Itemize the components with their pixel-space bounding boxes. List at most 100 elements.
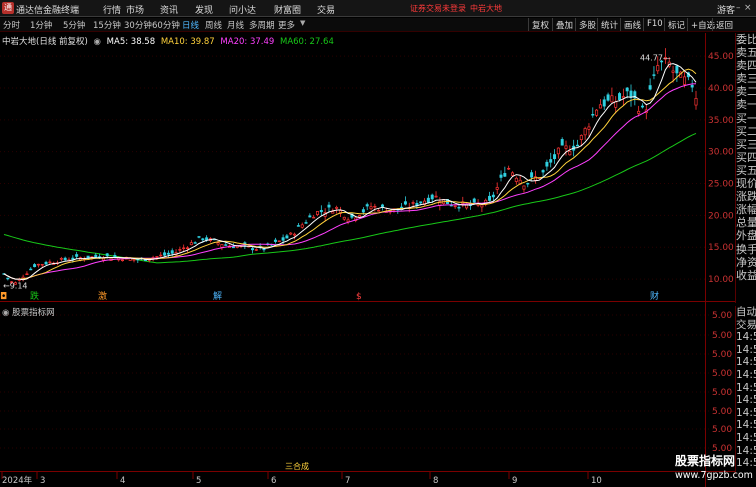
trade-tick-time: 14:56	[736, 343, 756, 356]
quote-field-label: 卖四	[736, 59, 756, 73]
ma10-value: MA10: 39.87	[160, 37, 215, 47]
trade-tick-panel: 自动 交易 14:5614:5614:5614:5614:5614:5614:5…	[735, 306, 756, 474]
trade-tick-time: 14:56	[736, 394, 756, 407]
quote-field-label: 换手	[736, 242, 756, 256]
period-toolbar: 分时 1分钟 5分钟 15分钟 30分钟 60分钟 日线 周线 月线 多周期 更…	[0, 18, 756, 32]
quote-field-label: 总量	[736, 216, 756, 230]
indicator-tick: 5.00	[712, 350, 732, 360]
settings-circle-icon[interactable]: ◉	[2, 308, 9, 318]
quote-field-label: 卖二	[736, 85, 756, 99]
fuquan-button[interactable]: 复权	[528, 18, 552, 31]
quote-side-panel: 委比 卖五 卖四 卖三 卖二 卖一 买一 买二 买三 买四 买五 现价 涨跌 涨幅 总量 外盘 换手 净资 收益	[735, 33, 756, 303]
time-tick: 10	[591, 476, 602, 486]
indicator-tick: 5.00	[712, 331, 732, 341]
period-day[interactable]: 日线	[182, 19, 199, 31]
period-multi[interactable]: 多周期	[249, 19, 275, 31]
mark-button[interactable]: 标记	[664, 18, 688, 31]
ma5-value: MA5: 38.58	[106, 37, 156, 47]
trade-tick-time: 14:56	[736, 431, 756, 444]
indicator-tick: 5.00	[712, 407, 732, 417]
time-tick: 5	[196, 476, 201, 486]
menu-item-jiaoyi[interactable]: 交易	[317, 3, 335, 16]
quote-field-label: 外盘	[736, 229, 756, 243]
trade-panel-header1[interactable]: 自动	[736, 306, 756, 319]
ma-legend: 中岩大地(日线 前复权) ◉ MA5: 38.58 MA10: 39.87 MA…	[2, 35, 337, 47]
trade-tick-time: 14:56	[736, 331, 756, 344]
menu-item-caifuquan[interactable]: 财富圈	[274, 3, 301, 16]
period-fenshi[interactable]: 分时	[3, 19, 20, 31]
multi-stock-button[interactable]: 多股	[575, 18, 599, 31]
draw-line-button[interactable]: 画线	[620, 18, 644, 31]
period-5min[interactable]: 5分钟	[63, 19, 85, 31]
menu-item-faxian[interactable]: 发现	[195, 3, 213, 16]
time-tick: 4	[120, 476, 125, 486]
indicator-name: 股票指标网	[12, 308, 55, 318]
time-tick: 8	[433, 476, 438, 486]
quote-field-label: 卖五	[736, 46, 756, 60]
period-week[interactable]: 周线	[205, 19, 222, 31]
watermark: 股票指标网 www.7gpzb.com	[675, 452, 756, 487]
indicator-tick: 5.00	[712, 388, 732, 398]
price-tick: 20.00	[708, 211, 734, 221]
indicator-tick: 5.00	[712, 311, 732, 321]
menu-item-shichang[interactable]: 市场	[126, 3, 144, 16]
quote-field-label: 涨跌	[736, 190, 756, 204]
price-tick: 35.00	[708, 116, 734, 126]
time-tick: 3	[40, 476, 45, 486]
guest-user[interactable]: 游客	[717, 3, 735, 16]
indicator-tick: 5.00	[712, 369, 732, 379]
trade-login-warning[interactable]: 证券交易未登录	[410, 3, 466, 14]
price-tick: 10.00	[708, 275, 734, 285]
time-tick: 7	[345, 476, 350, 486]
period-60min[interactable]: 60分钟	[152, 19, 180, 31]
indicator-tick: 5.00	[712, 425, 732, 435]
menu-bar: 通 通达信金融终端 行情 市场 资讯 发现 问小达 财富圈 交易 证券交易未登录…	[0, 0, 756, 17]
overlay-button[interactable]: 叠加	[552, 18, 576, 31]
back-button[interactable]: 返回	[712, 18, 736, 31]
menu-item-hangqing[interactable]: 行情	[103, 3, 121, 16]
menu-item-wenxiaoda[interactable]: 问小达	[229, 3, 256, 16]
price-tick: 30.00	[708, 148, 734, 158]
trade-tick-time: 14:56	[736, 368, 756, 381]
chart-title: 中岩大地(日线 前复权)	[2, 37, 88, 47]
period-month[interactable]: 月线	[227, 19, 244, 31]
stats-button[interactable]: 统计	[597, 18, 621, 31]
quote-field-label: 收益	[736, 268, 756, 282]
price-tick: 45.00	[708, 52, 734, 62]
indicator-bottom-label: 三合成	[285, 461, 309, 471]
chevron-down-icon[interactable]: ▼	[300, 19, 305, 27]
quote-field-label: 买一	[736, 111, 756, 125]
quote-field-label: 买四	[736, 150, 756, 164]
time-tick: 6	[271, 476, 276, 486]
trade-tick-time: 14:56	[736, 381, 756, 394]
close-icon[interactable]: ×	[744, 3, 752, 13]
price-tick: 25.00	[708, 180, 734, 190]
period-more[interactable]: 更多	[278, 19, 295, 31]
trade-tick-time: 14:56	[736, 406, 756, 419]
settings-circle-icon[interactable]: ◉	[94, 37, 101, 47]
period-30min[interactable]: 30分钟	[124, 19, 152, 31]
kline-chart[interactable]: 45.00 40.00 35.00 30.00 25.00 20.00 15.00 10.00…	[0, 33, 735, 303]
trade-panel-header2[interactable]: 交易	[736, 319, 756, 332]
indicator-label: ◉ 股票指标网	[2, 306, 55, 318]
ma60-value: MA60: 27.64	[280, 37, 334, 47]
app-title: 通达信金融终端	[16, 6, 80, 16]
trade-tick-time: 14:56	[736, 356, 756, 369]
f10-button[interactable]: F10	[643, 18, 666, 31]
quote-field-label: 买三	[736, 137, 756, 151]
minimize-icon[interactable]: –	[736, 3, 741, 13]
quote-field-label: 现价	[736, 177, 756, 191]
menu-item-zixun[interactable]: 资讯	[160, 3, 178, 16]
low-price-label: ←9.14	[3, 282, 28, 291]
period-15min[interactable]: 15分钟	[93, 19, 121, 31]
time-tick: 9	[512, 476, 517, 486]
current-stock-name: 中岩大地	[470, 4, 502, 13]
period-1min[interactable]: 1分钟	[30, 19, 52, 31]
price-tick: 15.00	[708, 243, 734, 253]
indicator-pane[interactable]: 5.005.005.005.005.005.005.005.00 2024年 3 4…	[0, 301, 735, 487]
quote-field-label: 卖一	[736, 98, 756, 112]
trade-tick-time: 14:56	[736, 419, 756, 432]
quote-field-label: 委比	[736, 33, 756, 46]
quote-field-label: 涨幅	[736, 203, 756, 217]
quote-field-label: 买五	[736, 163, 756, 177]
